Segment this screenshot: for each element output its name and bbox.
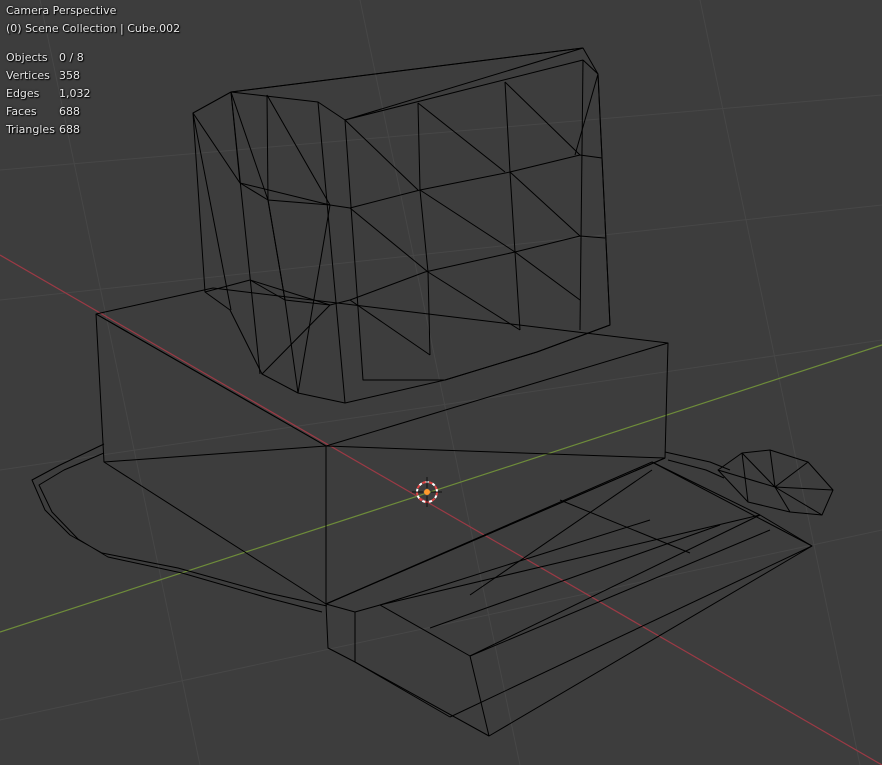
3d-viewport[interactable]: Camera Perspective (0) Scene Collection … <box>0 0 882 765</box>
stat-row-objects: Objects 0 / 8 <box>6 49 91 67</box>
stat-value: 688 <box>59 105 80 118</box>
stat-row-triangles: Triangles 688 <box>6 121 91 139</box>
stat-label: Vertices <box>6 69 50 82</box>
keyboard-mesh <box>325 461 813 737</box>
mesh-wireframe[interactable] <box>31 47 834 737</box>
stat-value: 688 <box>59 123 80 136</box>
cable-mesh <box>31 443 328 613</box>
scene-canvas[interactable] <box>0 0 882 765</box>
stat-label: Triangles <box>6 123 55 136</box>
stat-value: 0 / 8 <box>59 51 84 64</box>
stat-row-faces: Faces 688 <box>6 103 91 121</box>
stat-label: Faces <box>6 105 37 118</box>
stat-value: 358 <box>59 69 80 82</box>
stat-row-edges: Edges 1,032 <box>6 85 91 103</box>
3d-cursor-icon[interactable] <box>412 477 442 507</box>
monitor-mesh <box>192 47 611 404</box>
scene-info-label: (0) Scene Collection | Cube.002 <box>6 22 181 35</box>
floor-grid <box>0 0 882 765</box>
stat-label: Edges <box>6 87 40 100</box>
view-name-label: Camera Perspective <box>6 4 117 17</box>
stat-label: Objects <box>6 51 48 64</box>
stat-value: 1,032 <box>59 87 91 100</box>
scene-statistics: Objects 0 / 8 Vertices 358 Edges 1,032 F… <box>6 49 91 139</box>
stat-row-vertices: Vertices 358 <box>6 67 91 85</box>
